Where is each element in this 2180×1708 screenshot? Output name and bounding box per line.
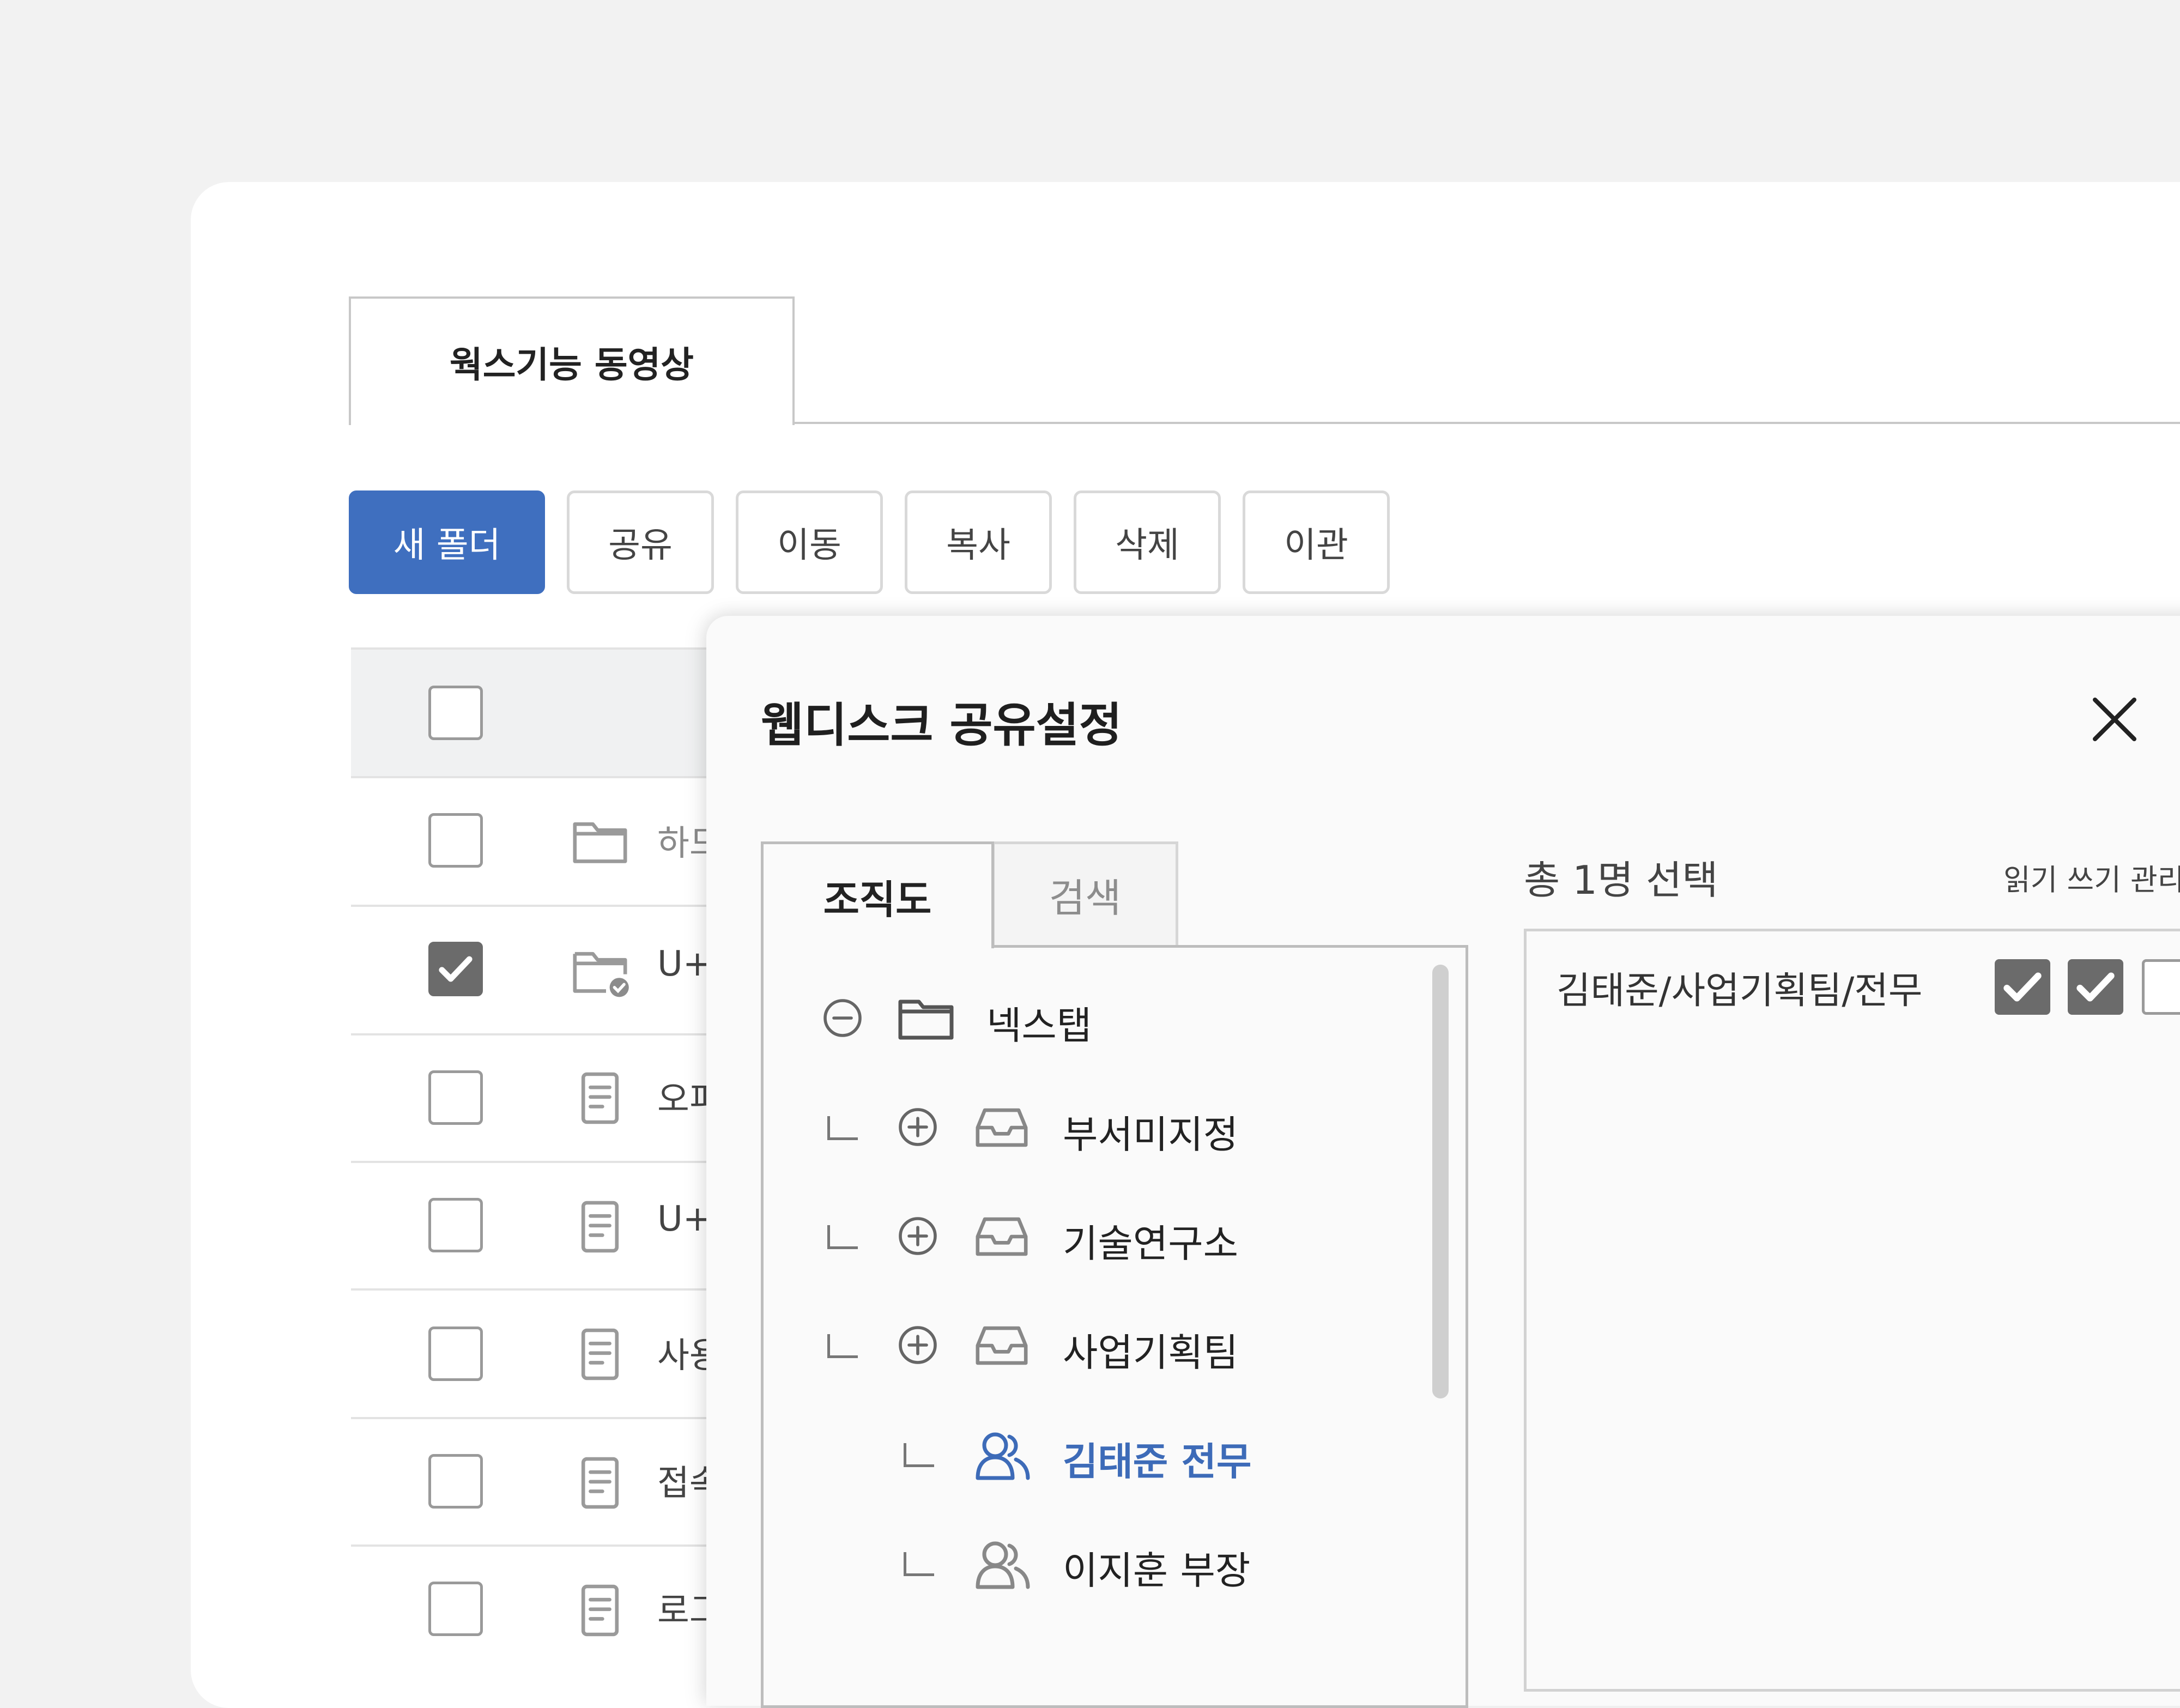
close-icon[interactable] (2087, 692, 2142, 747)
collapse-icon[interactable] (821, 996, 864, 1040)
active-tab-underline-mask (764, 943, 991, 948)
tree-connector (904, 1443, 934, 1467)
check-icon (439, 956, 473, 982)
tab-search[interactable]: 검색 (992, 841, 1178, 945)
check-icon (2076, 972, 2115, 1002)
select-all-checkbox[interactable] (428, 686, 483, 740)
new-folder-label: 새 폴더 (393, 525, 501, 566)
expand-icon[interactable] (896, 1323, 940, 1367)
expand-icon[interactable] (896, 1214, 940, 1258)
selected-members-panel (1524, 929, 2180, 1692)
folder-icon (898, 1000, 954, 1040)
tree-member-label-selected[interactable]: 김태준 전무 (1063, 1431, 1251, 1486)
department-icon (976, 1217, 1028, 1256)
row-divider (351, 1161, 732, 1163)
tree-connector (904, 1552, 934, 1576)
row-checkbox-checked[interactable] (428, 942, 483, 996)
document-icon (581, 1584, 619, 1637)
tree-department-label[interactable]: 기술연구소 (1063, 1213, 1238, 1268)
move-button[interactable]: 이동 (736, 490, 883, 594)
check-icon (2003, 972, 2042, 1002)
tree-connector (827, 1334, 858, 1358)
permission-headers: 읽기 쓰기 관리 (2003, 863, 2180, 897)
tab-divider (794, 422, 2180, 424)
row-checkbox[interactable] (428, 1070, 483, 1125)
row-checkbox[interactable] (428, 1454, 483, 1509)
tree-member-label[interactable]: 이지훈 부장 (1063, 1540, 1250, 1595)
tree-department-label[interactable]: 사업기획팀 (1063, 1322, 1238, 1377)
tab-works-video[interactable]: 웍스기능 동영상 (349, 296, 795, 425)
user-icon (976, 1541, 1030, 1589)
department-icon (976, 1108, 1028, 1147)
copy-button[interactable]: 복사 (905, 490, 1052, 594)
transfer-button[interactable]: 이관 (1243, 490, 1390, 594)
dialog-title: 웹디스크 공유설정 (761, 698, 1122, 753)
tab-org-chart[interactable]: 조직도 (761, 841, 994, 948)
transfer-label: 이관 (1284, 525, 1348, 566)
document-icon (581, 1328, 619, 1380)
tree-department-label[interactable]: 부서미지정 (1063, 1104, 1238, 1159)
row-divider (351, 1545, 732, 1547)
expand-icon[interactable] (896, 1105, 940, 1149)
share-label: 공유 (608, 525, 673, 566)
tree-root-label[interactable]: 넥스탭 (986, 995, 1092, 1050)
tree-connector (827, 1225, 858, 1249)
row-divider (351, 905, 732, 907)
document-icon (581, 1201, 619, 1253)
copy-label: 복사 (946, 525, 1010, 566)
shared-folder-icon (573, 952, 629, 997)
tab-search-label: 검색 (1049, 875, 1122, 921)
delete-label: 삭제 (1115, 525, 1179, 566)
write-permission-checkbox[interactable] (2068, 959, 2123, 1015)
tree-scrollbar[interactable] (1432, 965, 1449, 1398)
row-divider (351, 1033, 732, 1035)
row-checkbox[interactable] (428, 813, 483, 868)
row-divider (351, 776, 732, 778)
tab-org-chart-label: 조직도 (823, 877, 932, 923)
share-button[interactable]: 공유 (567, 490, 714, 594)
read-permission-checkbox[interactable] (1995, 959, 2050, 1015)
manage-permission-checkbox[interactable] (2142, 959, 2180, 1015)
move-label: 이동 (777, 525, 841, 566)
tab-works-video-label: 웍스기능 동영상 (449, 344, 694, 386)
department-icon (976, 1326, 1028, 1365)
document-icon (581, 1457, 619, 1509)
row-divider (351, 1417, 732, 1419)
file-name[interactable]: U+ (657, 944, 712, 984)
file-name[interactable]: U+ (657, 1199, 712, 1239)
selection-count: 총 1명 선택 (1524, 857, 1718, 903)
file-list-header (351, 649, 732, 777)
row-divider (351, 647, 732, 650)
row-divider (351, 1288, 732, 1291)
folder-icon (573, 822, 627, 863)
row-checkbox[interactable] (428, 1582, 483, 1636)
delete-button[interactable]: 삭제 (1074, 490, 1221, 594)
tree-connector (827, 1116, 858, 1140)
selected-member-name: 김태준/사업기획팀/전무 (1557, 970, 1923, 1013)
row-checkbox[interactable] (428, 1327, 483, 1381)
new-folder-button[interactable]: 새 폴더 (349, 490, 545, 594)
row-checkbox[interactable] (428, 1198, 483, 1252)
document-icon (581, 1072, 619, 1124)
user-icon (976, 1432, 1030, 1480)
